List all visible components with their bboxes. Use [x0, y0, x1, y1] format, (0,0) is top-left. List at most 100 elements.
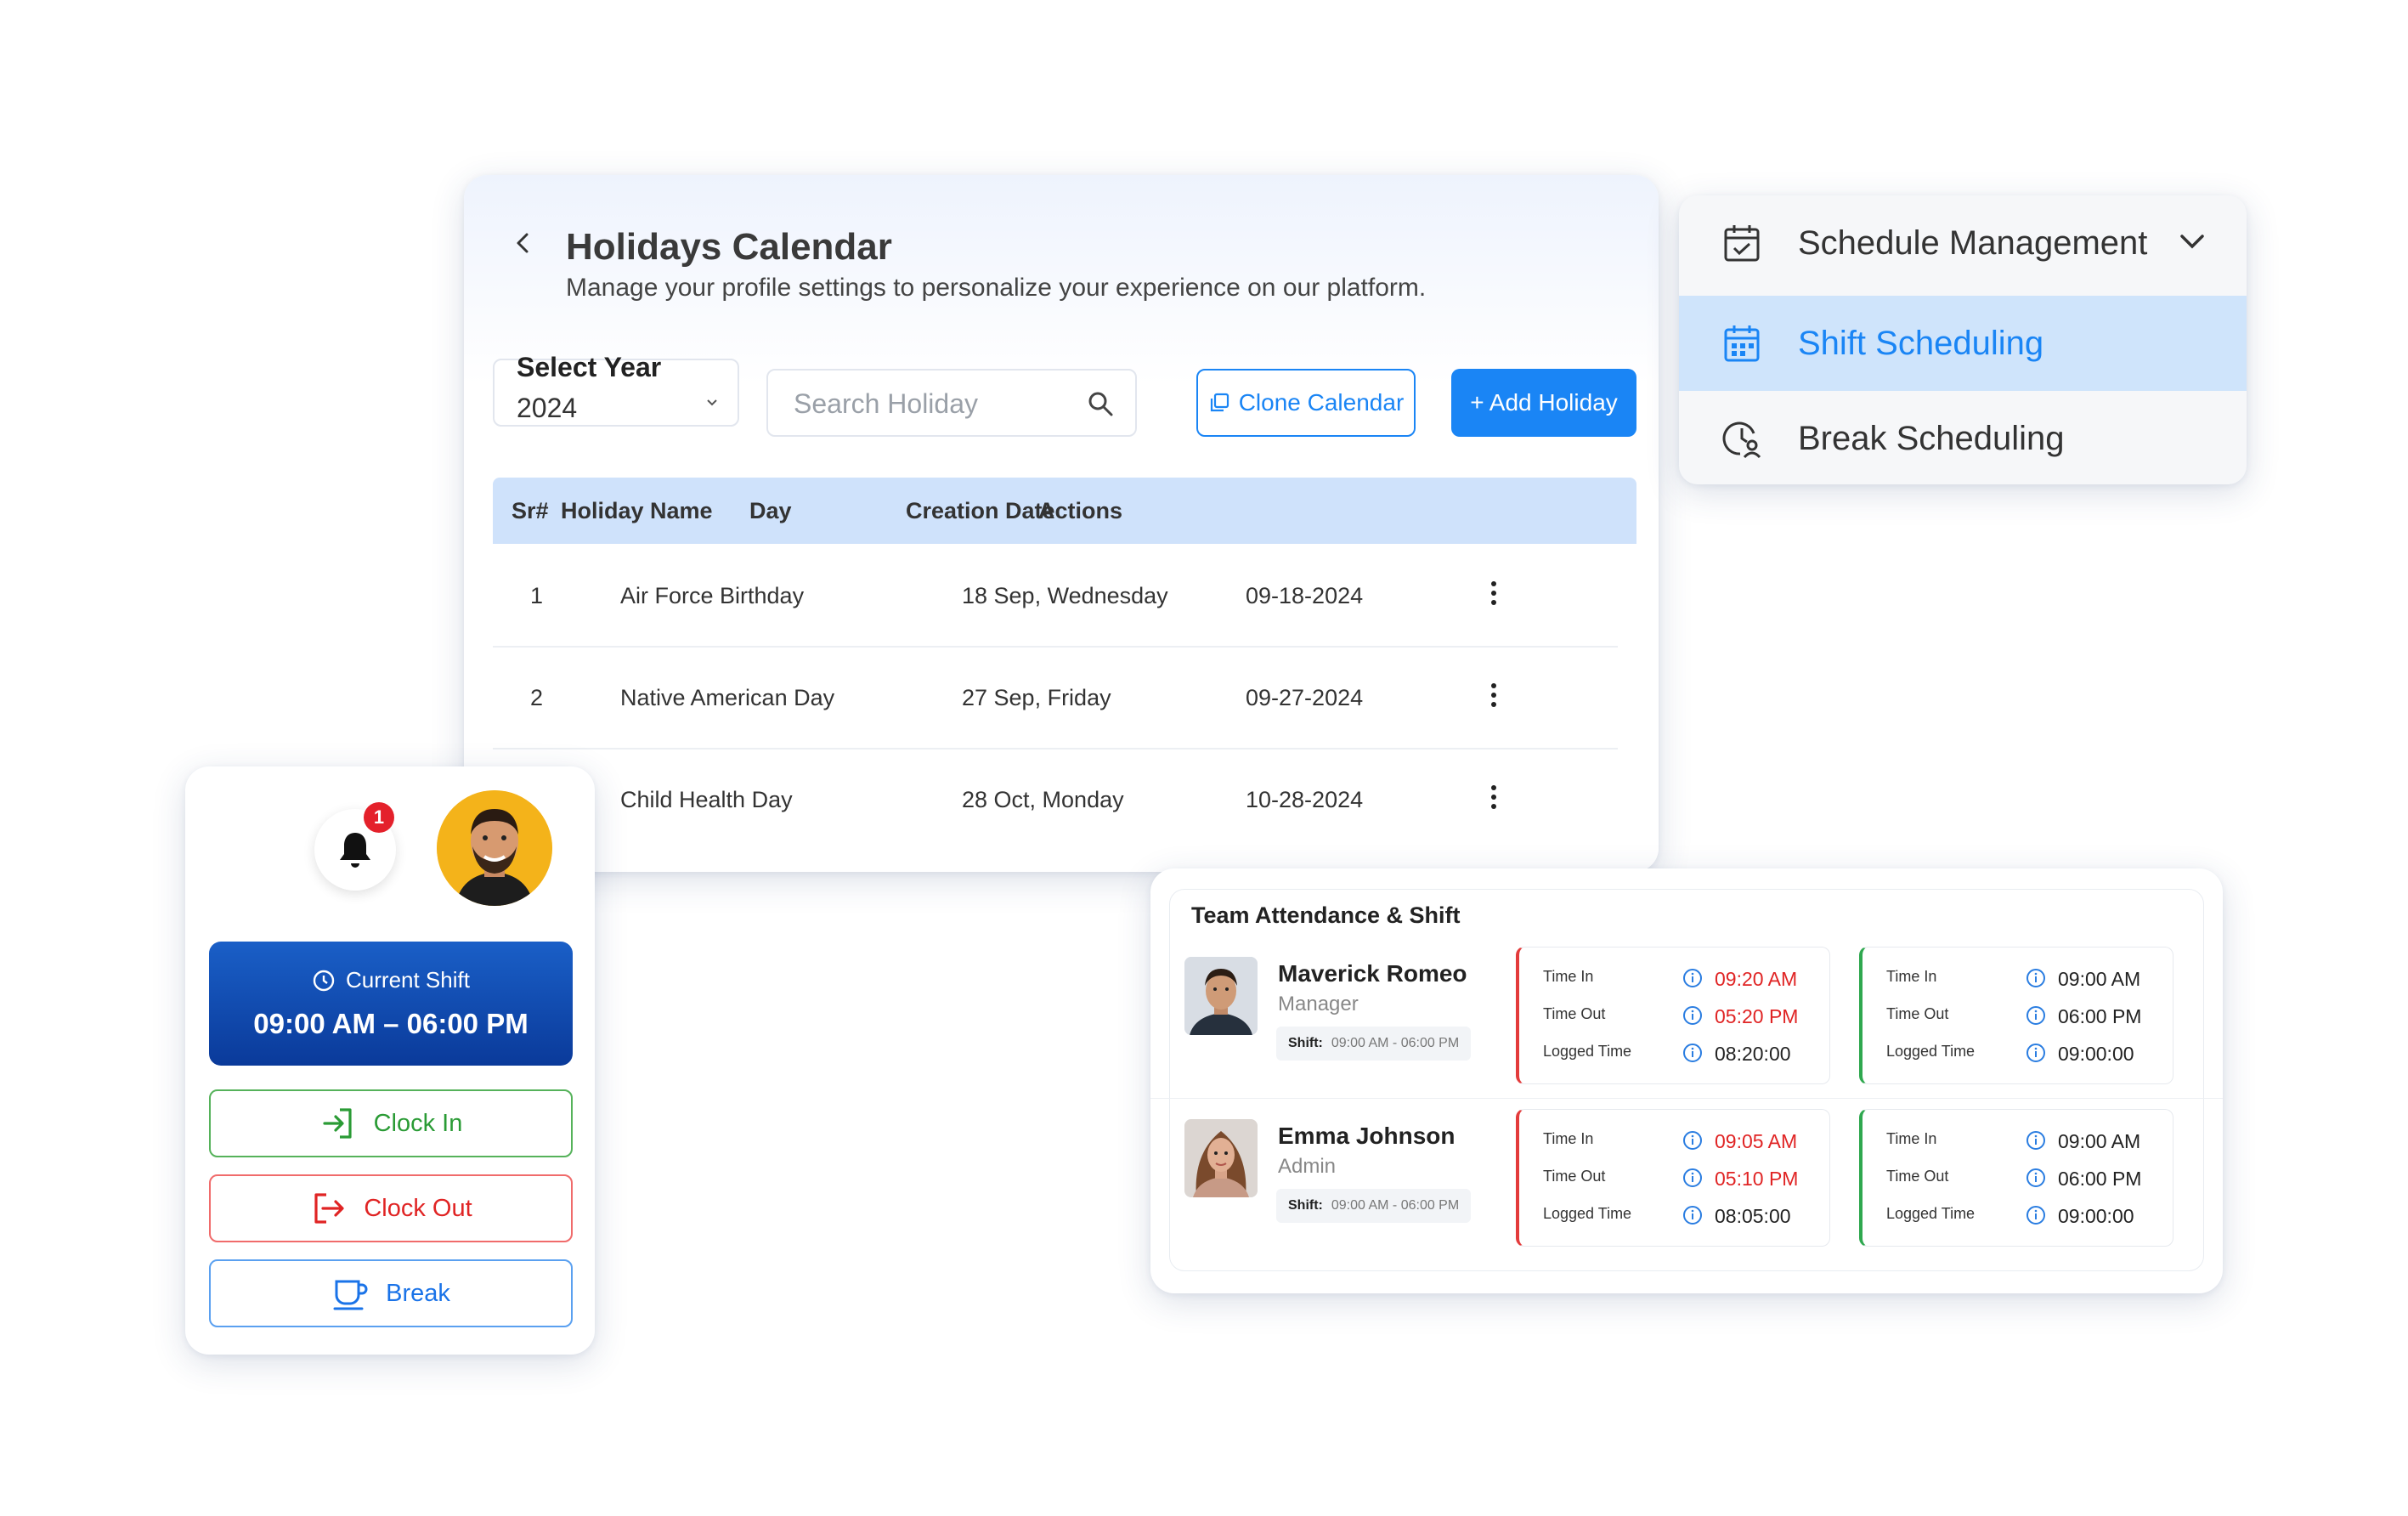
info-icon[interactable]	[1682, 1205, 1703, 1225]
time-out-label: Time Out	[1543, 1168, 1606, 1185]
more-vertical-icon[interactable]	[1477, 576, 1511, 610]
time-out-value: 05:20 PM	[1715, 1005, 1799, 1027]
clock-in-label: Clock In	[373, 1109, 463, 1137]
logged-time-label: Logged Time	[1543, 1043, 1632, 1060]
time-out-value: 06:00 PM	[2058, 1168, 2142, 1190]
add-holiday-button[interactable]: + Add Holiday	[1451, 369, 1636, 437]
info-icon[interactable]	[1682, 1005, 1703, 1026]
cell-day: 28 Oct, Monday	[962, 787, 1124, 812]
info-icon[interactable]	[1682, 1130, 1703, 1151]
info-icon[interactable]	[1682, 1168, 1703, 1188]
more-vertical-icon[interactable]	[1477, 780, 1511, 814]
scheduled-attendance-card: Time In 09:00 AM Time Out 06:00 PM Logge…	[1859, 947, 2173, 1084]
table-row[interactable]: 1 Air Force Birthday 18 Sep, Wednesday 0…	[493, 546, 1618, 648]
page-subtitle: Manage your profile settings to personal…	[566, 274, 1427, 302]
avatar	[1184, 957, 1258, 1035]
notification-badge: 1	[364, 802, 394, 833]
bell-icon	[340, 833, 370, 868]
cell-creation-date: 10-28-2024	[1246, 787, 1364, 812]
clone-calendar-label: Clone Calendar	[1238, 389, 1405, 416]
cell-day: 27 Sep, Friday	[962, 685, 1111, 710]
clock-out-button[interactable]: Clock Out	[209, 1174, 573, 1242]
schedule-management-label: Schedule Management	[1798, 224, 2148, 262]
member-name: Emma Johnson	[1278, 1123, 1456, 1149]
table-row[interactable]: Child Health Day 28 Oct, Monday 10-28-20…	[493, 750, 1618, 851]
search-holiday-field[interactable]	[766, 369, 1137, 437]
cell-holiday-name: Air Force Birthday	[620, 583, 805, 608]
time-in-value: 09:00 AM	[2058, 1130, 2141, 1152]
schedule-management-menu: Schedule Management Shift Scheduling Bre…	[1679, 195, 2247, 484]
avatar	[1184, 1119, 1258, 1197]
current-shift-panel: Current Shift 09:00 AM – 06:00 PM	[209, 942, 573, 1066]
time-in-label: Time In	[1543, 968, 1594, 985]
cell-creation-date: 09-18-2024	[1246, 583, 1364, 608]
clock-widget: 1 Current Shift 09:00 AM – 06:00 PM Cloc…	[185, 766, 595, 1355]
time-out-label: Time Out	[1543, 1005, 1606, 1022]
table-row[interactable]: 2 Native American Day 27 Sep, Friday 09-…	[493, 648, 1618, 750]
menu-item-label: Shift Scheduling	[1798, 325, 2044, 362]
holidays-calendar-card: Holidays Calendar Manage your profile se…	[464, 175, 1659, 872]
column-header-actions: Actions	[1038, 498, 1123, 523]
clock-icon	[313, 970, 335, 991]
time-out-label: Time Out	[1886, 1168, 1949, 1185]
menu-item-shift-scheduling[interactable]: Shift Scheduling	[1679, 296, 2247, 391]
time-out-value: 06:00 PM	[2058, 1005, 2142, 1027]
search-icon[interactable]	[1086, 389, 1115, 418]
clone-calendar-button[interactable]: Clone Calendar	[1196, 369, 1416, 437]
break-label: Break	[386, 1279, 450, 1307]
info-icon[interactable]	[1682, 1043, 1703, 1063]
info-icon[interactable]	[2026, 1205, 2046, 1225]
time-in-value: 09:00 AM	[2058, 968, 2141, 990]
year-select-value[interactable]: 2024	[517, 393, 577, 424]
column-header-creation-date[interactable]: Creation Date	[906, 498, 1055, 524]
column-header-day[interactable]: Day	[749, 498, 792, 524]
logged-time-value: 08:20:00	[1715, 1043, 1791, 1065]
shift-time: 09:00 AM - 06:00 PM	[1331, 1198, 1460, 1213]
cell-day: 18 Sep, Wednesday	[962, 583, 1168, 608]
info-icon[interactable]	[2026, 968, 2046, 988]
calendar-grid-icon	[1724, 325, 1760, 362]
column-header-holiday-name[interactable]: Holiday Name	[561, 498, 713, 524]
cell-sr: 2	[530, 685, 544, 710]
clock-in-button[interactable]: Clock In	[209, 1089, 573, 1157]
member-shift: Shift: 09:00 AM - 06:00 PM	[1276, 1189, 1472, 1223]
info-icon[interactable]	[2026, 1130, 2046, 1151]
actual-attendance-card: Time In 09:20 AM Time Out 05:20 PM Logge…	[1516, 947, 1830, 1084]
attendance-row: Emma Johnson Admin Shift: 09:00 AM - 06:…	[1150, 1098, 2223, 1259]
time-in-label: Time In	[1886, 968, 1937, 985]
time-in-value: 09:05 AM	[1715, 1130, 1798, 1152]
time-in-value: 09:20 AM	[1715, 968, 1798, 990]
info-icon[interactable]	[1682, 968, 1703, 988]
logged-time-value: 09:00:00	[2058, 1205, 2134, 1227]
attendance-row: Maverick Romeo Manager Shift: 09:00 AM -…	[1150, 936, 2223, 1098]
back-icon[interactable]	[508, 228, 539, 258]
avatar[interactable]	[437, 790, 552, 906]
page-title: Holidays Calendar	[566, 226, 892, 268]
info-icon[interactable]	[2026, 1043, 2046, 1063]
cell-holiday-name: Child Health Day	[620, 787, 793, 812]
info-icon[interactable]	[2026, 1168, 2046, 1188]
logout-icon	[314, 1193, 344, 1224]
schedule-management-header[interactable]: Schedule Management	[1679, 195, 2247, 291]
info-icon[interactable]	[2026, 1005, 2046, 1026]
year-select-label: Select Year	[517, 352, 662, 382]
scheduled-attendance-card: Time In 09:00 AM Time Out 06:00 PM Logge…	[1859, 1109, 2173, 1247]
break-button[interactable]: Break	[209, 1259, 573, 1327]
logged-time-value: 09:00:00	[2058, 1043, 2134, 1065]
chevron-down-icon[interactable]	[704, 394, 720, 410]
current-shift-label: Current Shift	[346, 967, 470, 993]
table-header: Sr# Holiday Name Day Creation Date Actio…	[493, 478, 1636, 544]
search-input[interactable]	[794, 382, 1074, 425]
current-shift-time: 09:00 AM – 06:00 PM	[253, 1008, 529, 1039]
menu-item-label: Break Scheduling	[1798, 420, 2065, 457]
chevron-down-icon[interactable]	[2175, 224, 2209, 258]
cell-sr: 1	[530, 583, 544, 608]
shift-label: Shift:	[1288, 1198, 1323, 1213]
member-name: Maverick Romeo	[1278, 960, 1467, 987]
menu-item-break-scheduling[interactable]: Break Scheduling	[1679, 391, 2247, 486]
more-vertical-icon[interactable]	[1477, 678, 1511, 712]
clock-user-icon	[1722, 421, 1761, 459]
shift-time: 09:00 AM - 06:00 PM	[1331, 1036, 1460, 1050]
team-attendance-card: Team Attendance & Shift Maverick Romeo M…	[1150, 868, 2223, 1293]
login-icon	[323, 1108, 352, 1139]
